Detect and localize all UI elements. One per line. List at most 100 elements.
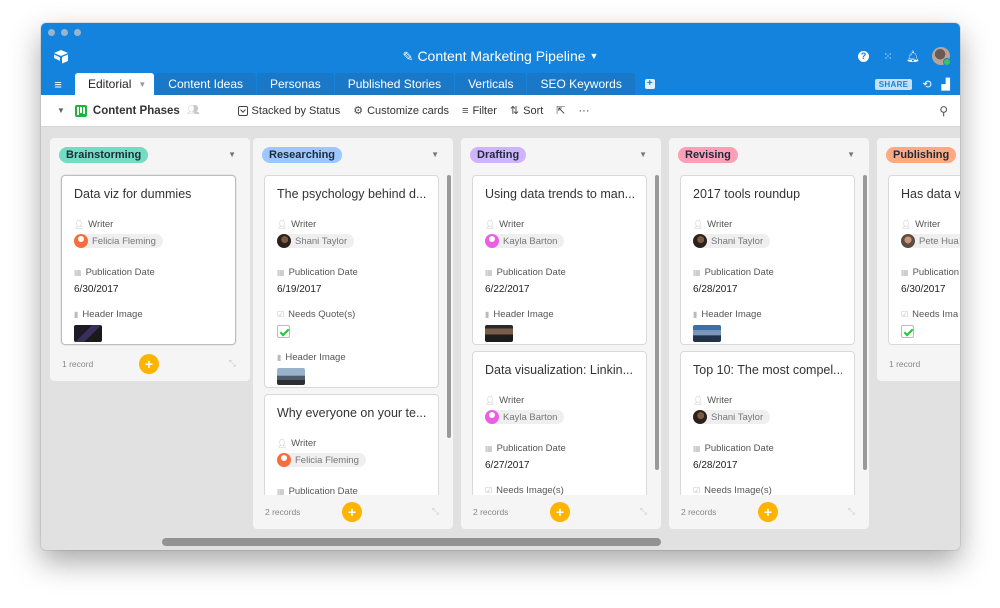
base-title[interactable]: ✎ Content Marketing Pipeline ▼ (41, 48, 960, 65)
more-options-button[interactable]: ··· (579, 105, 590, 117)
history-icon[interactable]: ⟲ (922, 78, 931, 91)
collaborator-pill: Shani Taylor (693, 410, 771, 424)
record-card[interactable]: The psychology behind d... 👤︎ Writer Shan… (264, 175, 439, 388)
header-image-thumbnail[interactable] (74, 325, 102, 342)
views-toggle-icon[interactable]: ▼ (57, 106, 65, 115)
user-avatar[interactable] (932, 47, 951, 66)
collapse-icon[interactable]: ⤡ (640, 506, 647, 517)
image-field: ▮ Header Image (485, 309, 634, 342)
tab-published-stories[interactable]: Published Stories (334, 73, 455, 95)
blocks-icon[interactable]: ▟ (942, 78, 950, 91)
stack-header: Revising ▼ (669, 138, 869, 172)
avatar (277, 453, 291, 467)
collaborator-pill: Kayla Barton (485, 234, 565, 248)
writer-field: 👤︎ Writer Shani Taylor (693, 219, 842, 253)
stack-body: Using data trends to man... 👤︎ Writer Kay… (461, 172, 661, 495)
view-name[interactable]: Content Phases (93, 105, 180, 117)
tab-content-ideas[interactable]: Content Ideas (155, 73, 256, 95)
customize-cards-button[interactable]: ⚙ Customize cards (353, 104, 449, 118)
stack-header: Publishing (877, 138, 960, 172)
add-record-button[interactable]: + (550, 502, 570, 522)
kanban-board: Brainstorming ▼ Data viz for dummies 👤︎ W… (41, 128, 960, 550)
stacked-by-button[interactable]: Stacked by Status (237, 105, 340, 117)
chevron-down-icon: ▼ (138, 79, 147, 89)
pencil-icon: ✎ (402, 49, 414, 64)
stack-revising: Revising ▼ 2017 tools roundup 👤︎ Writer S… (669, 138, 869, 529)
calendar-icon: ▦ (693, 268, 701, 277)
stack-header: Researching ▼ (253, 138, 453, 172)
gear-icon: ⚙ (353, 105, 364, 117)
user-icon: 👤︎ (485, 220, 496, 229)
collaborator-pill: Felicia Fleming (277, 453, 366, 467)
record-card[interactable]: Why everyone on your te... 👤︎ Writer Feli… (264, 394, 439, 495)
search-icon[interactable]: ⚲ (939, 104, 948, 118)
share-button[interactable]: SHARE (874, 79, 913, 90)
checkbox-field: ☑ Needs Quote(s) (277, 309, 426, 338)
horizontal-scrollbar[interactable] (162, 538, 661, 546)
maximize-window-button[interactable] (74, 29, 81, 36)
chevron-down-icon[interactable]: ▼ (847, 150, 855, 159)
collapse-icon[interactable]: ⤡ (229, 358, 236, 369)
record-card[interactable]: Data viz for dummies 👤︎ Writer Felicia Fl… (61, 175, 236, 345)
avatar (693, 410, 707, 424)
stack-scrollbar[interactable] (655, 175, 659, 470)
share-view-button[interactable]: ⇱ (556, 104, 565, 117)
record-count: 2 records (473, 507, 509, 517)
record-card[interactable]: 2017 tools roundup 👤︎ Writer Shani Taylor… (680, 175, 855, 345)
card-title: Why everyone on your te... (277, 406, 426, 420)
plus-icon: + (644, 79, 655, 89)
apps-icon[interactable]: ⁙ (882, 50, 894, 63)
record-card[interactable]: Top 10: The most compel... 👤︎ Writer Shan… (680, 351, 855, 495)
needs-images-checkbox[interactable] (901, 325, 914, 338)
chevron-down-icon[interactable]: ▼ (431, 150, 439, 159)
top-bar: ✎ Content Marketing Pipeline ▼ ? ⁙ 🔔︎ ≡ Ed… (41, 23, 960, 95)
card-title: Using data trends to man... (485, 187, 634, 201)
collaborator-pill: Shani Taylor (277, 234, 355, 248)
tab-verticals[interactable]: Verticals (455, 73, 527, 95)
stack-footer: 1 record + ⤡ (50, 347, 250, 381)
checkbox-icon: ☑ (277, 310, 285, 319)
stack-scrollbar[interactable] (863, 175, 867, 470)
chevron-down-icon: ▼ (589, 51, 599, 61)
record-count: 1 record (62, 359, 94, 369)
minimize-window-button[interactable] (61, 29, 68, 36)
card-title: Data visualization: Linkin... (485, 363, 633, 377)
close-window-button[interactable] (48, 29, 55, 36)
writer-field: 👤︎ Writer Shani Taylor (693, 395, 842, 429)
tab-personas[interactable]: Personas (257, 73, 334, 95)
header-image-thumbnail[interactable] (277, 368, 305, 385)
header-image-thumbnail[interactable] (485, 325, 513, 342)
add-record-button[interactable]: + (139, 354, 159, 374)
record-card[interactable]: Data visualization: Linkin... 👤︎ Writer K… (472, 351, 647, 495)
stack-scrollbar[interactable] (447, 175, 451, 438)
chevron-down-icon[interactable]: ▼ (228, 150, 236, 159)
chevron-down-icon[interactable]: ▼ (639, 150, 647, 159)
avatar (485, 234, 499, 248)
tab-actions: SHARE ⟲ ▟ (874, 78, 950, 91)
user-icon: 👤︎ (74, 220, 85, 229)
filter-button[interactable]: ≡ Filter (462, 105, 497, 117)
header-image-thumbnail[interactable] (693, 325, 721, 342)
add-record-button[interactable]: + (758, 502, 778, 522)
image-field: ▮ Header Image (693, 309, 842, 342)
bell-icon[interactable]: 🔔︎ (906, 50, 920, 63)
calendar-icon: ▦ (485, 444, 493, 453)
stack-footer: 2 records + ⤡ (253, 495, 453, 529)
help-icon[interactable]: ? (858, 50, 869, 62)
table-tabs: ≡ Editorial ▼ Content Ideas Personas Publ… (41, 73, 664, 95)
menu-icon[interactable]: ≡ (41, 73, 75, 95)
collapse-icon[interactable]: ⤡ (848, 506, 855, 517)
user-icon: 👤︎ (277, 439, 288, 448)
add-table-button[interactable]: + (636, 73, 664, 95)
avatar (693, 234, 707, 248)
sort-button[interactable]: ⇅ Sort (510, 104, 543, 118)
add-record-button[interactable]: + (342, 502, 362, 522)
collapse-icon[interactable]: ⤡ (432, 506, 439, 517)
record-card[interactable]: Using data trends to man... 👤︎ Writer Kay… (472, 175, 647, 345)
tab-editorial[interactable]: Editorial ▼ (75, 73, 155, 95)
image-field: ▮ Header Image (74, 309, 223, 342)
tab-seo-keywords[interactable]: SEO Keywords (527, 73, 635, 95)
record-card[interactable]: Has data v 👤︎ Writer Pete Hua ▦ Publicatio… (888, 175, 960, 345)
checkbox-icon: ☑ (901, 310, 909, 319)
needs-quotes-checkbox[interactable] (277, 325, 290, 338)
